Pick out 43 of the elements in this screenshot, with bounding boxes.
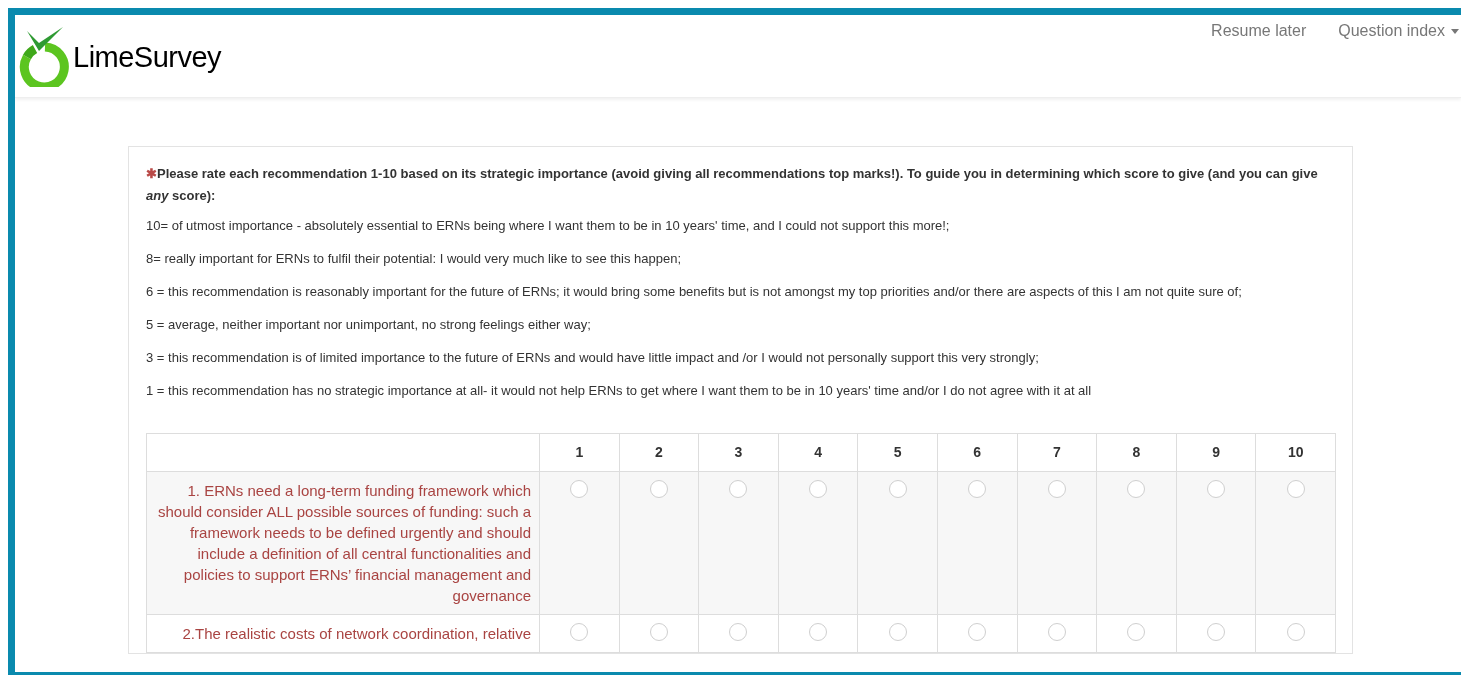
radio-button[interactable] (570, 480, 589, 498)
column-header: 5 (857, 433, 938, 472)
caret-icon (1451, 28, 1459, 34)
help-text: 6 = this recommendation is reasonably important for the future of ERNs; it would bring some benefits but is not amongst my top priorities and/or there are aspects of this I am not quite sure of; (146, 283, 1243, 301)
nav-link[interactable]: Resume later (1211, 19, 1307, 43)
column-header: 2 (619, 433, 699, 472)
radio-button[interactable] (968, 623, 987, 641)
radio-button[interactable] (1127, 480, 1146, 498)
radio-button[interactable] (729, 480, 748, 498)
column-header: 4 (778, 433, 858, 472)
radio-button[interactable] (809, 623, 828, 641)
question-title: ✱Please rate each recommendation 1-10 based on its strategic importance (avoid giving all recommendations top marks!). To guide you in determining which score to give (and you can give any score): (146, 165, 1319, 205)
dropdown-menu[interactable]: Question index (1338, 19, 1459, 43)
column-header: 6 (937, 433, 1018, 472)
radio-button[interactable] (649, 623, 668, 641)
radio-button[interactable] (1047, 480, 1066, 498)
logo-text: LimeSurvey (73, 40, 222, 76)
radio-button[interactable] (888, 623, 907, 641)
radio-button[interactable] (570, 623, 589, 641)
radio-button[interactable] (809, 480, 828, 498)
radio-button[interactable] (1127, 623, 1146, 641)
radio-button[interactable] (1286, 623, 1305, 641)
radio-button[interactable] (1047, 623, 1066, 641)
column-header: 7 (1017, 433, 1097, 472)
column-header: 10 (1255, 433, 1336, 472)
help-text: 3 = this recommendation is of limited importance to the future of ERNs and would have little impact and /or I would not personally support this very strongly; (146, 349, 1040, 367)
statement-cell: 1. ERNs need a long-term funding framework which should consider ALL possible sources of funding: such a framework needs to be defined urgently and should include a definition of all central functionalities and policies to support ERNs’ financial management and governance (146, 471, 540, 615)
help-text: 1 = this recommendation has no strategic importance at all- it would not help ERNs to get where I want them to be in 10 years' time and/or I do not agree with it at all (146, 382, 1093, 400)
statement-cell: 2.The realistic costs of network coordination, relative (146, 614, 540, 653)
radio-button[interactable] (1286, 480, 1305, 498)
help-text: 8= really important for ERNs to fulfil their potential: I would very much like to see this happen; (146, 250, 683, 268)
radio-button[interactable] (968, 480, 987, 498)
radio-button[interactable] (729, 623, 748, 641)
radio-button[interactable] (888, 480, 907, 498)
radio-button[interactable] (1207, 623, 1226, 641)
column-header: 3 (698, 433, 779, 472)
column-header: 9 (1176, 433, 1256, 472)
column-header: 8 (1096, 433, 1177, 472)
radio-button[interactable] (1207, 480, 1226, 498)
help-text: 10= of utmost importance - absolutely essential to ERNs being where I want them to be in 10 years' time, and I could not support this more!; (146, 217, 951, 235)
column-header: 1 (539, 433, 620, 472)
radio-button[interactable] (649, 480, 668, 498)
help-text: 5 = average, neither important nor unimportant, no strong feelings either way; (146, 316, 592, 334)
